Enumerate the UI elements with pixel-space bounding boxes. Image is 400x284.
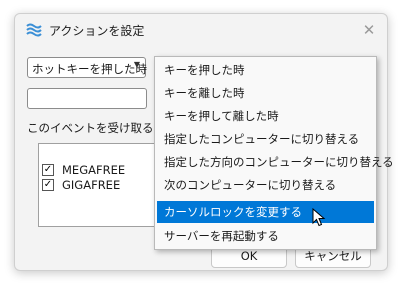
close-icon[interactable]: ✕: [359, 20, 379, 40]
chevron-down-icon: ▼: [133, 60, 140, 69]
hotkey-field[interactable]: [27, 88, 147, 109]
computer-name: GIGAFREE: [62, 178, 121, 192]
menu-item-next-computer[interactable]: 次のコンピューターに切り替える: [157, 174, 374, 196]
menu-item-restart-server[interactable]: サーバーを再起動する: [157, 225, 374, 247]
menu-item-key-release[interactable]: キーを離した時: [157, 82, 374, 104]
mouse-pointer-icon: [312, 208, 326, 227]
menu-item-key-press[interactable]: キーを押した時: [157, 59, 374, 81]
checkbox[interactable]: ✓: [42, 179, 54, 191]
menu-item-cursor-lock[interactable]: カーソルロックを変更する: [157, 201, 374, 223]
target-computers-label: このイベントを受け取るコンピューター: [27, 121, 157, 135]
title-bar: アクションを設定 ✕: [15, 14, 387, 46]
menu-item-key-press-release[interactable]: キーを押して離した時: [157, 105, 374, 127]
checkbox[interactable]: ✓: [42, 164, 54, 176]
trigger-select[interactable]: ホットキーを押した時 ▼: [27, 57, 147, 78]
window-title: アクションを設定: [49, 24, 145, 38]
trigger-select-value: ホットキーを押した時: [32, 62, 147, 76]
waves-icon: [26, 23, 42, 37]
menu-item-switch-to-computer[interactable]: 指定したコンピューターに切り替える: [157, 128, 374, 150]
action-dropdown-menu: キーを押した時 キーを離した時 キーを押して離した時 指定したコンピューターに切…: [154, 56, 394, 250]
computer-list[interactable]: ✓ MEGAFREE ✓ GIGAFREE: [38, 143, 163, 227]
menu-item-switch-direction[interactable]: 指定した方向のコンピューターに切り替える: [157, 151, 394, 173]
computer-name: MEGAFREE: [62, 163, 126, 177]
